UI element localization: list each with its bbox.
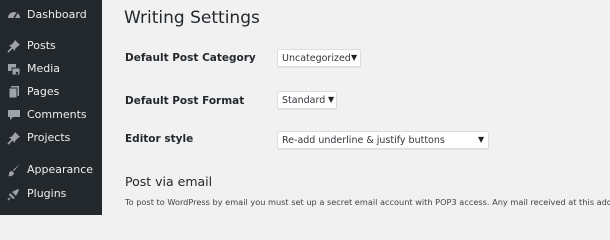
comment-icon bbox=[7, 108, 21, 122]
pages-icon bbox=[7, 85, 21, 99]
dashboard-icon bbox=[7, 8, 21, 22]
pushpin-icon bbox=[7, 131, 21, 145]
sidebar-item-label: Comments bbox=[27, 108, 87, 121]
main-content: Writing Settings Default Post Category U… bbox=[102, 0, 610, 215]
admin-sidebar: Dashboard Posts Media Pages Comments Pro… bbox=[0, 0, 102, 215]
sidebar-item-pages[interactable]: Pages bbox=[0, 81, 102, 105]
sidebar-item-dashboard[interactable]: Dashboard bbox=[0, 4, 102, 28]
default-post-format-label: Default Post Format bbox=[125, 95, 245, 107]
dropdown-arrow-icon: ▼ bbox=[478, 135, 485, 144]
editor-style-select[interactable]: Re-add underline & justify buttons ▼ bbox=[277, 131, 489, 149]
sidebar-item-media[interactable]: Media bbox=[0, 58, 102, 82]
sidebar-item-label: Pages bbox=[27, 85, 60, 98]
sidebar-item-appearance[interactable]: Appearance bbox=[0, 159, 102, 183]
sidebar-item-label: Posts bbox=[27, 39, 56, 52]
default-post-category-label: Default Post Category bbox=[125, 52, 256, 64]
sidebar-item-plugins[interactable]: Plugins bbox=[0, 183, 102, 207]
sidebar-item-projects[interactable]: Projects bbox=[0, 127, 102, 151]
post-via-email-heading: Post via email bbox=[125, 174, 213, 189]
dropdown-arrow-icon: ▼ bbox=[351, 53, 358, 62]
sidebar-item-label: Projects bbox=[27, 131, 71, 144]
plugin-icon bbox=[7, 187, 21, 201]
default-post-category-select[interactable]: Uncategorized ▼ bbox=[277, 49, 361, 67]
default-post-category-value: Uncategorized bbox=[282, 52, 351, 64]
sidebar-item-label: Dashboard bbox=[27, 8, 87, 21]
editor-style-value: Re-add underline & justify buttons bbox=[282, 134, 445, 146]
sidebar-item-posts[interactable]: Posts bbox=[0, 35, 102, 59]
sidebar-item-comments[interactable]: Comments bbox=[0, 104, 102, 128]
sidebar-item-label: Appearance bbox=[27, 163, 94, 176]
page-title: Writing Settings bbox=[124, 8, 260, 28]
sidebar-item-label: Plugins bbox=[27, 187, 67, 200]
pushpin-icon bbox=[7, 39, 21, 53]
media-icon bbox=[7, 62, 21, 76]
default-post-format-select[interactable]: Standard ▼ bbox=[277, 91, 337, 109]
dropdown-arrow-icon: ▼ bbox=[328, 95, 335, 104]
editor-style-label: Editor style bbox=[125, 133, 194, 145]
sidebar-item-label: Media bbox=[27, 62, 61, 75]
brush-icon bbox=[7, 163, 21, 177]
default-post-format-value: Standard bbox=[282, 94, 326, 106]
post-via-email-description: To post to WordPress by email you must s… bbox=[125, 197, 610, 207]
